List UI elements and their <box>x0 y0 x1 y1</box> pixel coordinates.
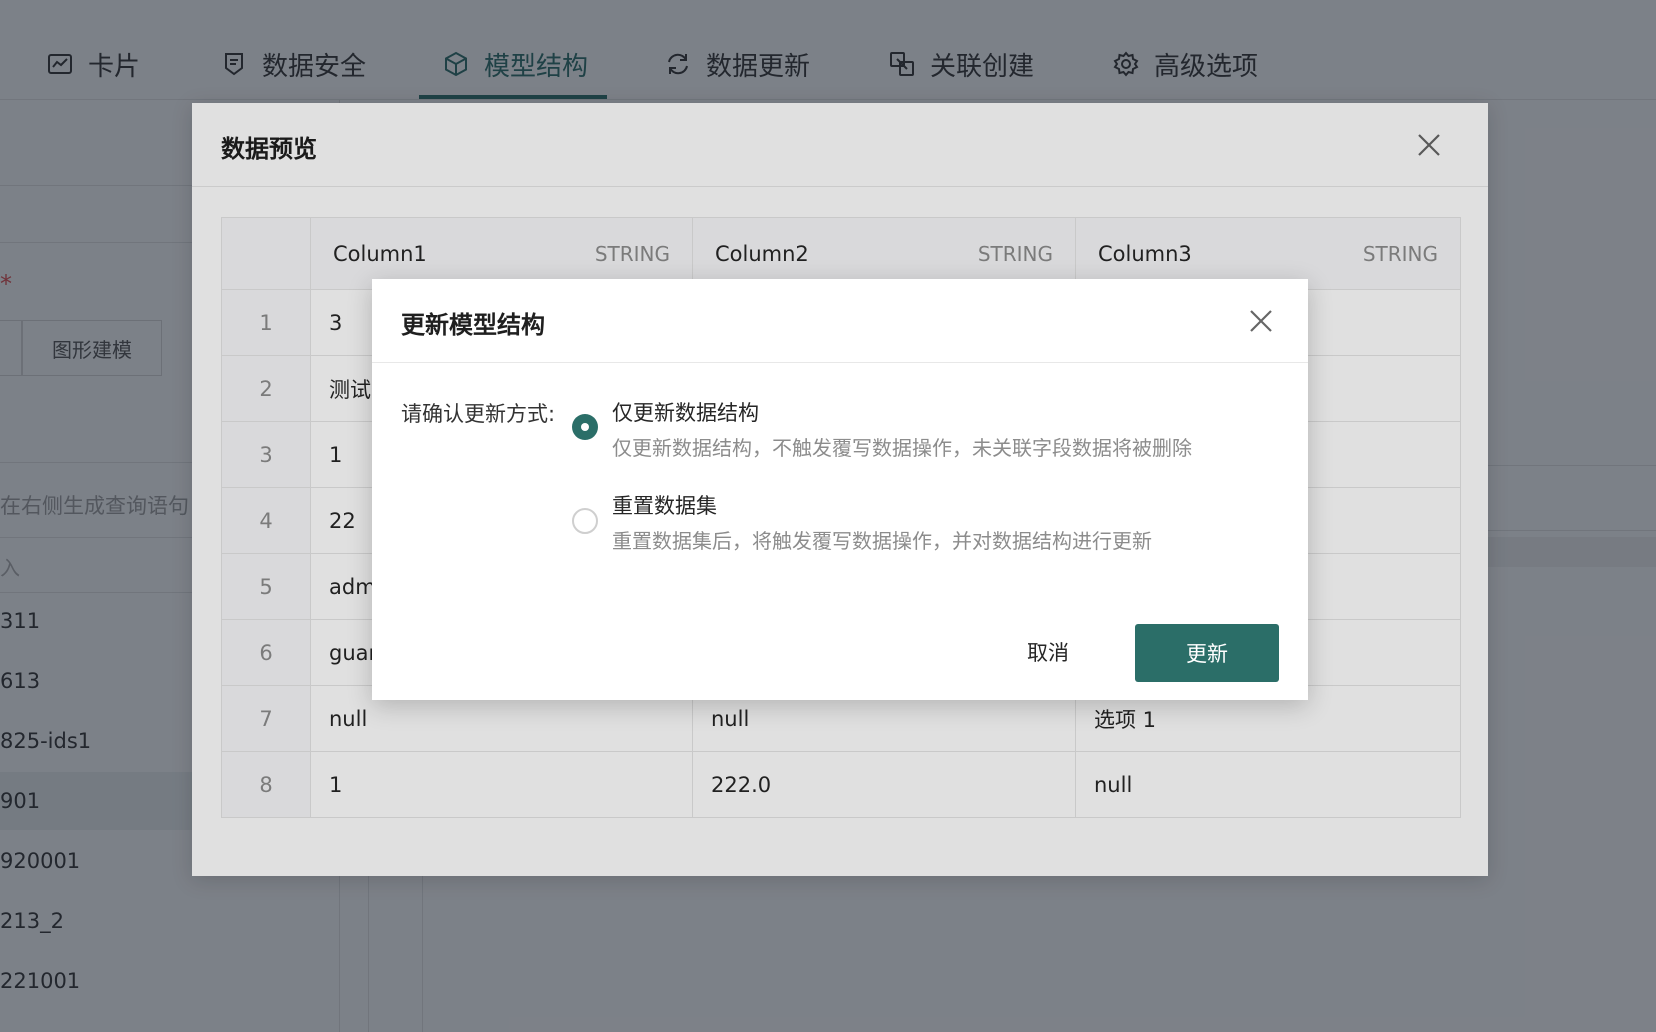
option-description: 重置数据集后，将触发覆写数据操作，并对数据结构进行更新 <box>612 529 1152 553</box>
cancel-button[interactable]: 取消 <box>996 624 1100 680</box>
option-title: 重置数据集 <box>612 494 717 518</box>
update-model-dialog: 更新模型结构 请确认更新方式: 仅更新数据结构 仅更新数据结构，不触发覆写数据操… <box>372 279 1308 700</box>
radio-unselected[interactable] <box>572 508 598 534</box>
update-button[interactable]: 更新 <box>1135 624 1279 682</box>
dialog-title: 更新模型结构 <box>401 311 545 339</box>
option-title: 仅更新数据结构 <box>612 401 759 425</box>
confirm-label: 请确认更新方式: <box>401 402 556 426</box>
dialog-header: 更新模型结构 <box>372 279 1308 363</box>
radio-selected[interactable] <box>572 414 598 440</box>
option-description: 仅更新数据结构，不触发覆写数据操作，未关联字段数据将被删除 <box>612 436 1192 460</box>
close-icon[interactable] <box>1248 308 1274 334</box>
